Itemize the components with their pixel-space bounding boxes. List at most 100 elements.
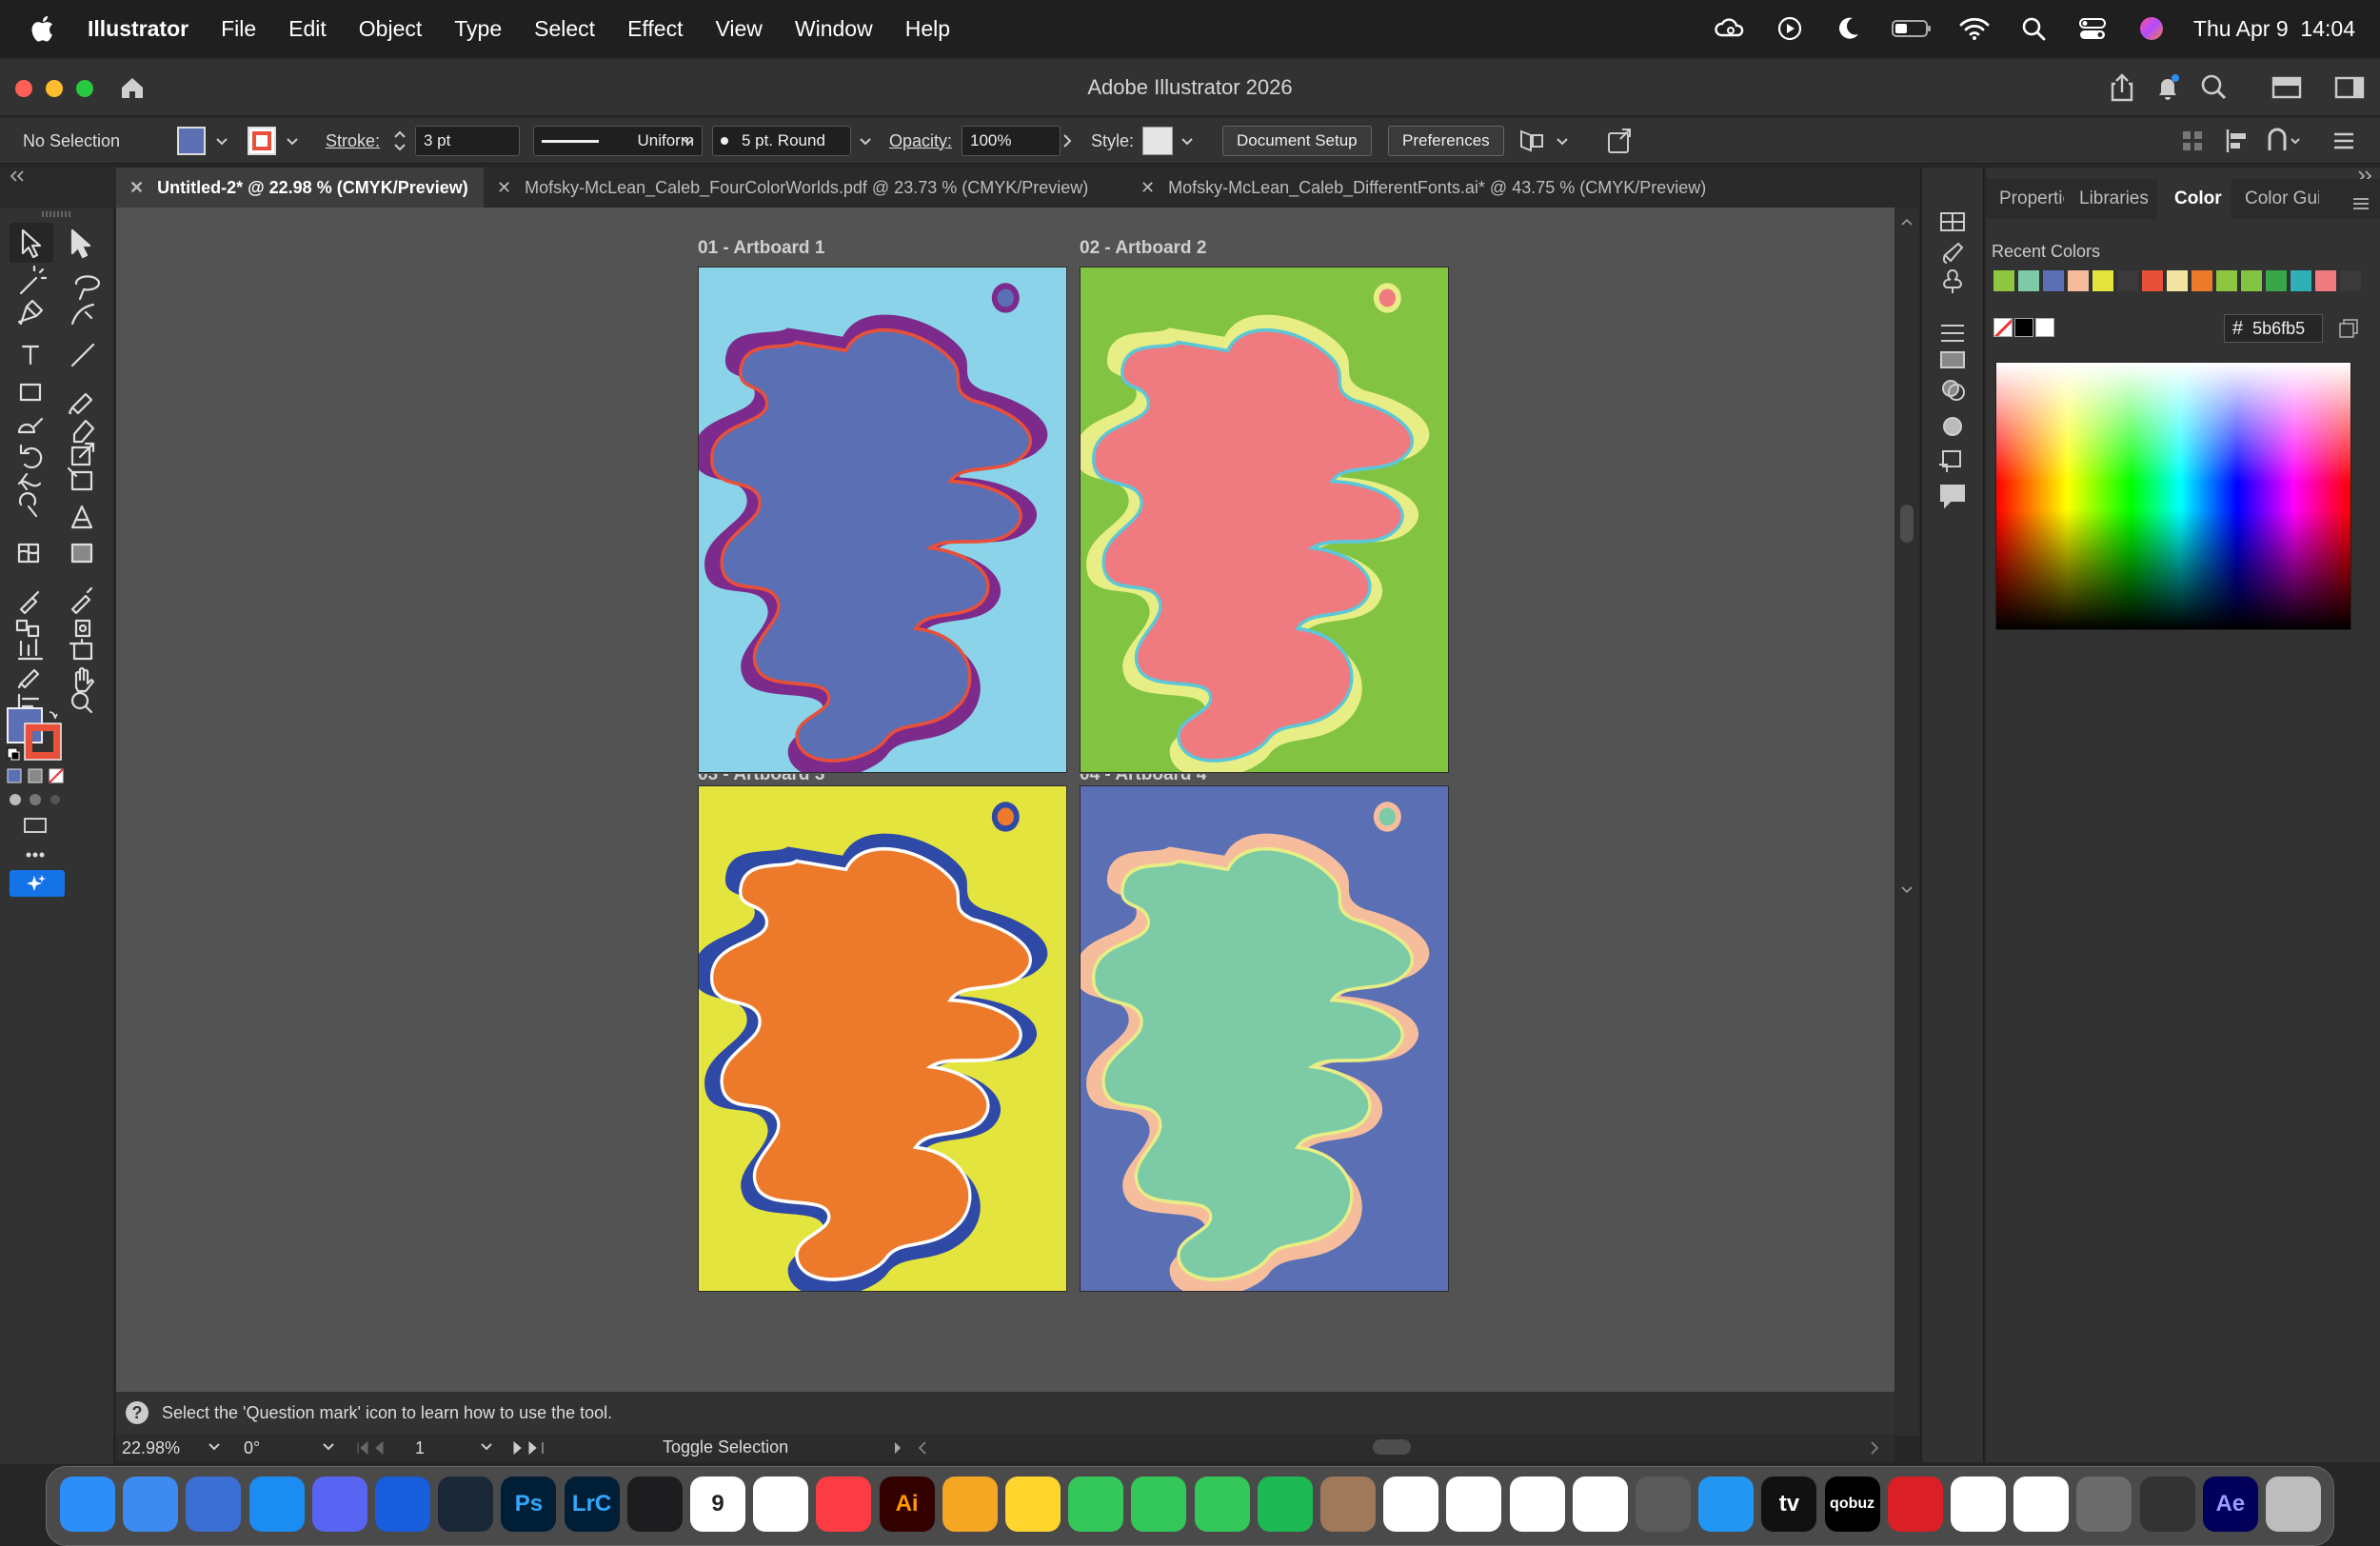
- brush-definition[interactable]: 5 pt. Round: [712, 126, 851, 156]
- color-spectrum[interactable]: [1995, 362, 2351, 630]
- tab-color[interactable]: Color: [2174, 188, 2222, 209]
- artboard-label-2[interactable]: 02 - Artboard 2: [1080, 238, 1206, 259]
- chevron-down-icon[interactable]: [480, 1442, 493, 1452]
- after-effects-icon[interactable]: Ae: [2202, 1477, 2258, 1532]
- steam-icon[interactable]: [438, 1477, 494, 1532]
- chevron-down-icon[interactable]: [682, 137, 695, 147]
- menu-help[interactable]: Help: [905, 16, 950, 42]
- menu-view[interactable]: View: [715, 16, 762, 42]
- align-to-icon[interactable]: [1517, 126, 1550, 156]
- menu-file[interactable]: File: [221, 16, 256, 42]
- recent-color-swatch[interactable]: [2068, 270, 2089, 291]
- chevron-down-icon[interactable]: [1180, 137, 1194, 147]
- keynote-icon[interactable]: [186, 1477, 242, 1532]
- illustrator-icon[interactable]: Ai: [879, 1477, 935, 1532]
- discord-icon[interactable]: [311, 1477, 367, 1532]
- hex-field[interactable]: #5b6fb5: [2224, 314, 2323, 343]
- recent-color-swatch[interactable]: [2192, 270, 2212, 291]
- first-prev-artboard-icon[interactable]: [354, 1439, 392, 1457]
- creative-cloud-icon[interactable]: [1887, 1477, 1943, 1532]
- next-last-artboard-icon[interactable]: [510, 1439, 548, 1457]
- chevron-down-icon[interactable]: [208, 1442, 221, 1452]
- mail-icon[interactable]: [123, 1477, 179, 1532]
- game-icon[interactable]: [2139, 1477, 2195, 1532]
- close-tab-icon[interactable]: ✕: [497, 178, 511, 198]
- share-icon[interactable]: [2108, 72, 2136, 103]
- moon-icon[interactable]: [1832, 14, 1866, 43]
- chevron-down-icon[interactable]: [859, 137, 872, 147]
- photoshop-icon[interactable]: Ps: [501, 1477, 557, 1532]
- opacity-field[interactable]: 100%: [962, 126, 1061, 156]
- apple-icon[interactable]: [29, 13, 59, 44]
- artboard-2[interactable]: [1080, 267, 1449, 773]
- recent-color-swatch[interactable]: [1993, 270, 2014, 291]
- chevron-right-icon[interactable]: [893, 1440, 902, 1456]
- recent-color-swatch[interactable]: [2315, 270, 2336, 291]
- blob-artwork[interactable]: [1081, 268, 1449, 773]
- variable-width-profile[interactable]: Uniform: [533, 126, 703, 156]
- tab-untitled-2[interactable]: ✕ Untitled-2* @ 22.98 % (CMYK/Preview): [116, 168, 484, 208]
- artboard-label-4[interactable]: 04 - Artboard 4: [1080, 774, 1206, 783]
- system-settings-icon[interactable]: [2076, 1477, 2132, 1532]
- copy-color-icon[interactable]: [2338, 318, 2359, 339]
- notion-icon[interactable]: [2013, 1477, 2070, 1532]
- lightroom-classic-icon[interactable]: LrC: [564, 1477, 620, 1532]
- fill-swatch[interactable]: [177, 127, 206, 155]
- recent-color-swatch[interactable]: [2092, 270, 2113, 291]
- apple-tv-icon[interactable]: tv: [1761, 1477, 1817, 1532]
- facetime-icon[interactable]: [1131, 1477, 1187, 1532]
- tab-libraries[interactable]: Libraries: [2079, 188, 2148, 209]
- tab-different-fonts[interactable]: ✕ Mofsky-McLean_Caleb_DifferentFonts.ai* …: [1127, 168, 1736, 208]
- recent-color-swatch[interactable]: [2117, 270, 2138, 291]
- contacts-icon[interactable]: [1320, 1477, 1376, 1532]
- notification-bell-icon[interactable]: [2153, 72, 2182, 103]
- battery-icon[interactable]: [1891, 14, 1933, 43]
- chevron-down-icon[interactable]: [1556, 137, 1569, 147]
- menu-window[interactable]: Window: [795, 16, 873, 42]
- notes-icon[interactable]: [1005, 1477, 1061, 1532]
- qobuz-icon[interactable]: qobuz: [1824, 1477, 1880, 1532]
- chevron-down-icon[interactable]: [322, 1442, 335, 1452]
- blob-artwork[interactable]: [699, 786, 1067, 1292]
- menu-select[interactable]: Select: [534, 16, 595, 42]
- menu-app-name[interactable]: Illustrator: [88, 16, 188, 42]
- none-swatch[interactable]: [1993, 318, 2013, 337]
- blob-artwork[interactable]: [699, 268, 1067, 773]
- launchpad-icon[interactable]: [1951, 1477, 2006, 1532]
- graphic-style-swatch[interactable]: [1142, 127, 1173, 155]
- zoom-field[interactable]: 22.98%: [122, 1436, 208, 1460]
- recent-color-swatch[interactable]: [2167, 270, 2188, 291]
- recent-color-swatch[interactable]: [2340, 270, 2361, 291]
- preferences-button[interactable]: Preferences: [1388, 126, 1504, 156]
- menu-object[interactable]: Object: [359, 16, 422, 42]
- question-mark-icon[interactable]: ?: [126, 1401, 149, 1424]
- edit-toolbar-button[interactable]: [8, 663, 63, 689]
- isolate-icon[interactable]: [1605, 126, 1634, 156]
- calendar-icon[interactable]: 9: [690, 1477, 745, 1532]
- black-swatch[interactable]: [2014, 318, 2033, 337]
- spotify-icon[interactable]: [1257, 1477, 1313, 1532]
- recent-color-swatch[interactable]: [2216, 270, 2237, 291]
- scroll-thumb[interactable]: [1900, 505, 1914, 543]
- path-tool-icon[interactable]: [2266, 128, 2304, 154]
- play-icon[interactable]: [1773, 14, 1807, 43]
- clock[interactable]: Thu Apr 9 14:04: [2193, 16, 2355, 42]
- menu-edit[interactable]: Edit: [288, 16, 327, 42]
- music-icon[interactable]: [816, 1477, 872, 1532]
- recent-color-swatch[interactable]: [2043, 270, 2064, 291]
- panel-menu-icon[interactable]: [2351, 196, 2370, 211]
- close-tab-icon[interactable]: ✕: [129, 178, 144, 198]
- scroll-left-icon[interactable]: [918, 1440, 927, 1456]
- align-icon[interactable]: [2224, 128, 2252, 154]
- scroll-down-icon[interactable]: [1900, 885, 1914, 895]
- scroll-up-icon[interactable]: [1900, 217, 1914, 227]
- recent-color-swatch[interactable]: [2241, 270, 2262, 291]
- transform-grid-icon[interactable]: [2180, 128, 2205, 154]
- wifi-icon[interactable]: [1957, 14, 1992, 43]
- tab-properties[interactable]: Properties: [1999, 188, 2064, 209]
- canvas[interactable]: 01 - Artboard 1 02 - Artboard 2 03 - Art…: [116, 208, 1894, 1392]
- chevron-right-icon[interactable]: [1062, 133, 1072, 149]
- chrome-icon[interactable]: [1383, 1477, 1439, 1532]
- stroke-label[interactable]: Stroke:: [326, 126, 380, 156]
- chevron-down-icon[interactable]: [286, 137, 299, 147]
